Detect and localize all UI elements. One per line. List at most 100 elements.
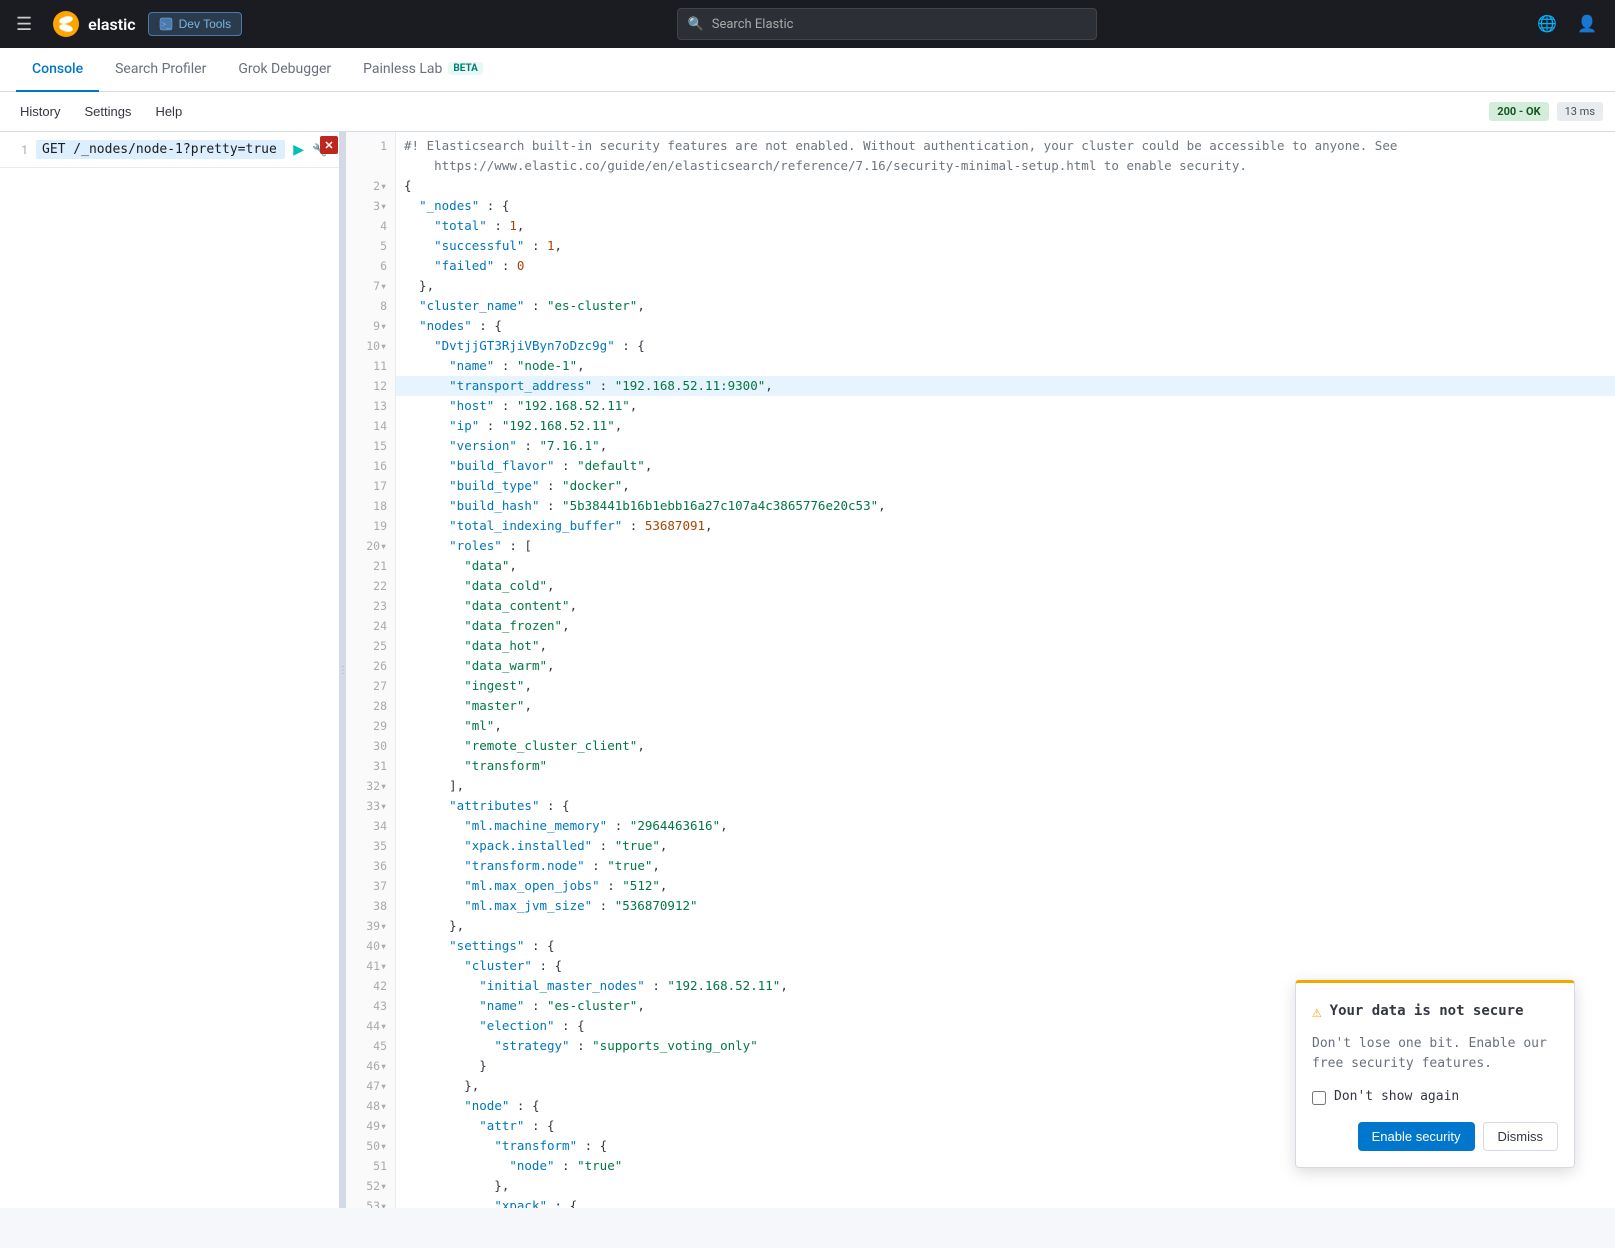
line-num-21: 21 [346, 556, 395, 576]
dont-show-again-checkbox[interactable] [1312, 1091, 1326, 1105]
line-num-1: 1 [346, 136, 395, 156]
enable-security-button[interactable]: Enable security [1358, 1122, 1475, 1151]
main-content: 1 GET /_nodes/node-1?pretty=true ▶ 🔧 ✕ ⋮… [0, 132, 1615, 1208]
line-num-30: 30 [346, 736, 395, 756]
line-num-50[interactable]: 50▾ [346, 1136, 395, 1156]
line-num-48[interactable]: 48▾ [346, 1096, 395, 1116]
code-line-1b: https://www.elastic.co/guide/en/elastics… [396, 156, 1615, 176]
code-line-27: "ingest", [396, 676, 1615, 696]
tabs-bar: Console Search Profiler Grok Debugger Pa… [0, 48, 1615, 92]
tab-console[interactable]: Console [16, 48, 99, 92]
code-line-25: "data_hot", [396, 636, 1615, 656]
dont-show-again-label[interactable]: Don't show again [1334, 1087, 1459, 1108]
search-placeholder: Search Elastic [712, 17, 794, 32]
code-line-21: "data", [396, 556, 1615, 576]
code-line-39: }, [396, 916, 1615, 936]
dev-tools-button[interactable]: >_ Dev Tools [148, 12, 242, 36]
settings-button[interactable]: Settings [76, 100, 139, 123]
line-num-33[interactable]: 33▾ [346, 796, 395, 816]
status-badge: 200 - OK [1489, 102, 1548, 121]
popup-checkbox-row: Don't show again [1312, 1087, 1558, 1108]
code-line-41: "cluster" : { [396, 956, 1615, 976]
elastic-logo-icon [52, 10, 80, 38]
code-line-6: "failed" : 0 [396, 256, 1615, 276]
line-num-44[interactable]: 44▾ [346, 1016, 395, 1036]
editor-query-row: 1 GET /_nodes/node-1?pretty=true ▶ 🔧 [0, 132, 339, 168]
line-num-49[interactable]: 49▾ [346, 1116, 395, 1136]
output-panel[interactable]: 1 2▾ 3▾ 4 5 6 7▾ 8 9▾ 10▾ 11 12 13 14 15… [346, 132, 1615, 1208]
elastic-brand-name: elastic [88, 15, 135, 34]
line-num-34: 34 [346, 816, 395, 836]
line-num-7[interactable]: 7▾ [346, 276, 395, 296]
search-icon: 🔍 [688, 17, 704, 32]
line-num-32[interactable]: 32▾ [346, 776, 395, 796]
line-num-46[interactable]: 46▾ [346, 1056, 395, 1076]
dev-tools-label: Dev Tools [179, 17, 231, 31]
elastic-logo: elastic [52, 10, 135, 38]
code-line-40: "settings" : { [396, 936, 1615, 956]
hamburger-button[interactable]: ☰ [12, 10, 36, 39]
editor-query-input[interactable]: GET /_nodes/node-1?pretty=true [36, 140, 285, 159]
code-line-11: "name" : "node-1", [396, 356, 1615, 376]
line-num-6: 6 [346, 256, 395, 276]
line-num-47[interactable]: 47▾ [346, 1076, 395, 1096]
code-line-7: }, [396, 276, 1615, 296]
line-num-40[interactable]: 40▾ [346, 936, 395, 956]
code-line-10: "DvtjjGT3RjiVByn7oDzc9g" : { [396, 336, 1615, 356]
search-bar[interactable]: 🔍 Search Elastic [677, 8, 1097, 40]
line-num-23: 23 [346, 596, 395, 616]
top-navigation: ☰ elastic >_ Dev Tools 🔍 Search Elastic … [0, 0, 1615, 48]
code-line-53: "xpack" : { [396, 1196, 1615, 1208]
tab-grok-debugger[interactable]: Grok Debugger [222, 48, 347, 92]
code-line-2: { [396, 176, 1615, 196]
line-num-38: 38 [346, 896, 395, 916]
line-num-52[interactable]: 52▾ [346, 1176, 395, 1196]
line-num-43: 43 [346, 996, 395, 1016]
line-num-22: 22 [346, 576, 395, 596]
line-num-24: 24 [346, 616, 395, 636]
tab-search-profiler[interactable]: Search Profiler [99, 48, 222, 92]
line-num-20[interactable]: 20▾ [346, 536, 395, 556]
help-button[interactable]: Help [147, 100, 190, 123]
code-line-35: "xpack.installed" : "true", [396, 836, 1615, 856]
search-bar-container: 🔍 Search Elastic [254, 8, 1519, 40]
line-num-9[interactable]: 9▾ [346, 316, 395, 336]
line-num-45: 45 [346, 1036, 395, 1056]
line-num-3[interactable]: 3▾ [346, 196, 395, 216]
line-num-41[interactable]: 41▾ [346, 956, 395, 976]
line-num-2[interactable]: 2▾ [346, 176, 395, 196]
line-num-10[interactable]: 10▾ [346, 336, 395, 356]
globe-icon-button[interactable]: 🌐 [1531, 8, 1563, 40]
line-num-12: 12 [346, 376, 395, 396]
code-line-26: "data_warm", [396, 656, 1615, 676]
security-warning-popup: ⚠ Your data is not secure Don't lose one… [1295, 980, 1575, 1168]
response-time-badge: 13 ms [1557, 102, 1603, 121]
line-num-16: 16 [346, 456, 395, 476]
code-line-31: "transform" [396, 756, 1615, 776]
nav-right-icons: 🌐 👤 [1531, 8, 1603, 40]
beta-badge: BETA [448, 62, 483, 75]
code-line-36: "transform.node" : "true", [396, 856, 1615, 876]
code-line-33: "attributes" : { [396, 796, 1615, 816]
svg-text:>_: >_ [161, 20, 171, 29]
user-icon-button[interactable]: 👤 [1571, 8, 1603, 40]
line-num-8: 8 [346, 296, 395, 316]
line-num-18: 18 [346, 496, 395, 516]
line-num-19: 19 [346, 516, 395, 536]
dismiss-button[interactable]: Dismiss [1483, 1122, 1559, 1151]
line-num-14: 14 [346, 416, 395, 436]
line-num-35: 35 [346, 836, 395, 856]
line-num-53[interactable]: 53▾ [346, 1196, 395, 1208]
play-button[interactable]: ▶ [293, 141, 304, 158]
code-line-19: "total_indexing_buffer" : 53687091, [396, 516, 1615, 536]
history-button[interactable]: History [12, 100, 68, 123]
editor-panel: 1 GET /_nodes/node-1?pretty=true ▶ 🔧 ✕ [0, 132, 340, 1208]
line-num-37: 37 [346, 876, 395, 896]
code-line-12: "transport_address" : "192.168.52.11:930… [396, 376, 1615, 396]
close-query-button[interactable]: ✕ [320, 136, 338, 154]
tab-painless-lab[interactable]: Painless Lab BETA [347, 48, 499, 92]
line-num-36: 36 [346, 856, 395, 876]
popup-body-text: Don't lose one bit. Enable our free secu… [1312, 1034, 1558, 1073]
code-line-38: "ml.max_jvm_size" : "536870912" [396, 896, 1615, 916]
line-num-39[interactable]: 39▾ [346, 916, 395, 936]
